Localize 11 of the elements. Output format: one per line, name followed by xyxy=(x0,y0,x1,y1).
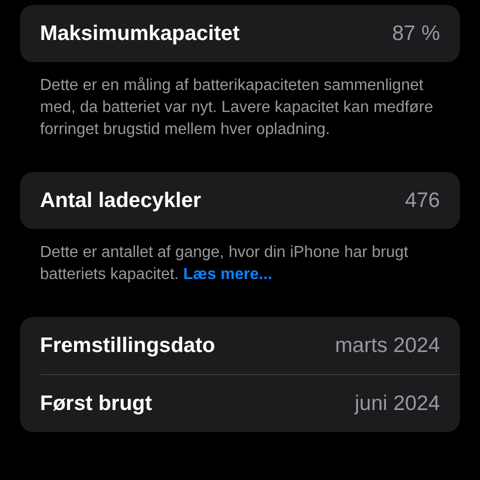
row-label: Maksimumkapacitet xyxy=(40,22,240,46)
row-label: Først brugt xyxy=(40,392,152,416)
read-more-link[interactable]: Læs mere... xyxy=(183,266,272,283)
row-label: Fremstillingsdato xyxy=(40,334,216,358)
row-value: marts 2024 xyxy=(334,334,440,358)
footnote-text: Dette er antallet af gange, hvor din iPhone har brugt batteriets kapacitet. Læs mere... xyxy=(40,243,410,285)
row-value: 87 % xyxy=(392,22,440,46)
footnote-text: Dette er en måling af batterikapaciteten sammenlignet med, da batteriet var nyt. Lavere kapacitet kan medføre forringet brugstid mellem hver opladning. xyxy=(40,76,434,140)
row-value: juni 2024 xyxy=(354,392,440,416)
row-label: Antal ladecykler xyxy=(40,188,202,212)
row-value: 476 xyxy=(404,188,440,212)
